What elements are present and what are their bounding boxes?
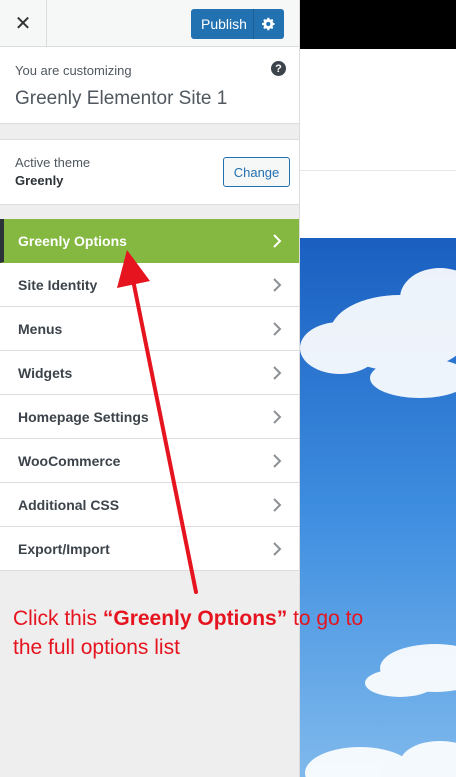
preview-divider bbox=[300, 170, 456, 171]
menu-item-greenly-options[interactable]: Greenly Options bbox=[0, 219, 299, 263]
menu-item-label: Greenly Options bbox=[18, 232, 127, 249]
menu-item-woocommerce[interactable]: WooCommerce bbox=[0, 439, 299, 483]
menu-item-homepage-settings[interactable]: Homepage Settings bbox=[0, 395, 299, 439]
chevron-right-icon bbox=[273, 322, 282, 336]
preview-header-bar bbox=[300, 0, 456, 49]
menu-item-label: Homepage Settings bbox=[18, 408, 149, 425]
menu-item-label: Export/Import bbox=[18, 540, 110, 557]
chevron-right-icon bbox=[273, 366, 282, 380]
annotation-prefix: Click this bbox=[13, 607, 103, 630]
annotation-callout: Click this “Greenly Options” to go to th… bbox=[13, 604, 383, 662]
publish-settings-button[interactable] bbox=[253, 9, 284, 39]
site-title: Greenly Elementor Site 1 bbox=[15, 88, 228, 109]
menu-item-label: Site Identity bbox=[18, 276, 98, 293]
theme-name: Greenly bbox=[15, 173, 64, 188]
chevron-right-icon bbox=[273, 454, 282, 468]
menu-item-label: WooCommerce bbox=[18, 452, 121, 469]
active-theme-section: Active theme Greenly Change bbox=[0, 139, 299, 205]
menu-item-widgets[interactable]: Widgets bbox=[0, 351, 299, 395]
chevron-right-icon bbox=[273, 410, 282, 424]
publish-button[interactable]: Publish bbox=[191, 16, 253, 32]
sky-hero-image bbox=[300, 238, 456, 777]
active-theme-label: Active theme bbox=[15, 155, 91, 170]
menu-item-site-identity[interactable]: Site Identity bbox=[0, 263, 299, 307]
customizer-topbar: ✕ Publish bbox=[0, 0, 299, 47]
chevron-right-icon bbox=[273, 234, 282, 248]
help-icon[interactable]: ? bbox=[271, 61, 286, 76]
customizing-info: You are customizing ? Greenly Elementor … bbox=[0, 47, 299, 124]
chevron-right-icon bbox=[273, 498, 282, 512]
customizing-label: You are customizing bbox=[15, 63, 132, 78]
gear-icon bbox=[262, 17, 275, 31]
menu-item-label: Additional CSS bbox=[18, 496, 120, 513]
close-button[interactable]: ✕ bbox=[0, 0, 47, 46]
menu-item-export-import[interactable]: Export/Import bbox=[0, 527, 299, 571]
menu-item-menus[interactable]: Menus bbox=[0, 307, 299, 351]
change-theme-button[interactable]: Change bbox=[223, 157, 290, 187]
menu-item-label: Widgets bbox=[18, 364, 73, 381]
customizer-menu: Greenly Options Site Identity Menus Widg… bbox=[0, 219, 299, 571]
menu-item-label: Menus bbox=[18, 320, 63, 337]
chevron-right-icon bbox=[273, 542, 282, 556]
close-icon: ✕ bbox=[14, 12, 32, 35]
menu-item-additional-css[interactable]: Additional CSS bbox=[0, 483, 299, 527]
annotation-highlight: “Greenly Options” bbox=[102, 607, 288, 630]
chevron-right-icon bbox=[273, 278, 282, 292]
publish-button-group: Publish bbox=[191, 9, 284, 39]
